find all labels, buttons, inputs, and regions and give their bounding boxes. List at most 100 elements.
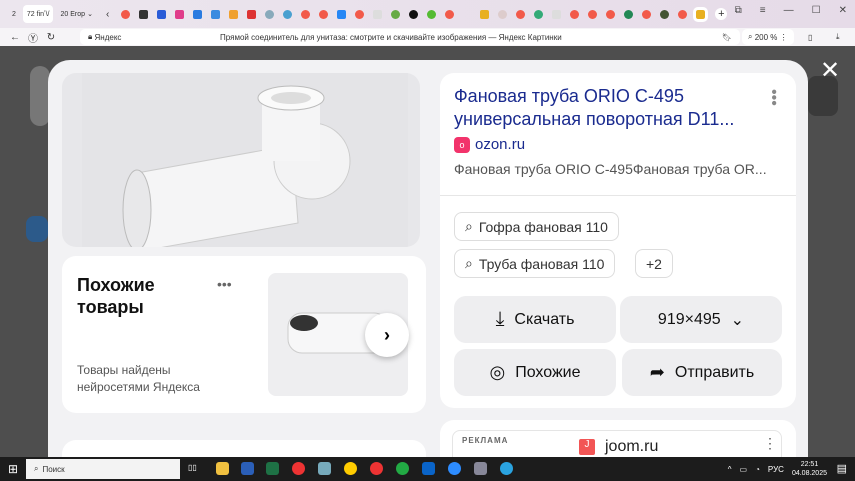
close-window-button[interactable]: ✕ <box>839 5 847 16</box>
tab-favicon[interactable] <box>139 9 149 19</box>
bookmark-icon[interactable]: 🔖︎ <box>722 33 732 42</box>
word-icon[interactable] <box>241 462 254 475</box>
tab-favicon[interactable] <box>606 9 616 19</box>
tab-favicon-active[interactable] <box>693 6 709 22</box>
tab-favicon[interactable] <box>570 9 580 19</box>
clock[interactable]: 22:51 04.08.2025 <box>792 460 827 478</box>
ad-block: РЕКЛАМА J joom.ru ⋮ <box>440 420 796 457</box>
tab-favicon[interactable] <box>229 9 239 19</box>
windows-start-icon[interactable]: ⊞ <box>8 462 18 476</box>
tab-favicon[interactable] <box>427 9 437 19</box>
yandex-browser-icon[interactable] <box>292 462 305 475</box>
tab-favicon[interactable] <box>534 9 544 19</box>
tab-favicon[interactable] <box>678 9 688 19</box>
yandex-icon[interactable] <box>370 462 383 475</box>
ad-card[interactable]: РЕКЛАМА J joom.ru ⋮ <box>452 430 782 457</box>
notifications-icon[interactable]: ▤ <box>837 462 847 475</box>
ad-site[interactable]: joom.ru <box>605 438 658 456</box>
tab-favicon[interactable] <box>624 9 634 19</box>
zoom-indicator[interactable]: ⌕ 200 % ⋮ <box>742 29 794 45</box>
app-icon[interactable] <box>318 462 331 475</box>
language-indicator[interactable]: РУС <box>768 465 784 474</box>
maximize-button[interactable]: ☐ <box>812 5 821 16</box>
address-input[interactable]: 🔒︎ Яндекс Прямой соединитель для унитаза… <box>80 29 740 45</box>
reader-icon[interactable]: ▯ <box>808 33 812 42</box>
time: 22:51 <box>800 461 819 468</box>
calculator-icon[interactable] <box>474 462 487 475</box>
tab-favicon[interactable] <box>301 9 311 19</box>
tab-favicon[interactable] <box>265 9 275 19</box>
product-title-link[interactable]: Фановая труба ORIO C-495 универсальная п… <box>454 85 764 131</box>
chevron-down-icon: ⌄ <box>730 311 745 329</box>
download-button[interactable]: ⤓ Скачать <box>454 296 616 343</box>
download-icon: ⤓ <box>495 308 505 330</box>
task-view-icon[interactable]: ▯▯ <box>188 463 197 472</box>
tab-favicon[interactable] <box>373 9 383 19</box>
more-options-icon[interactable]: ⋮ <box>763 435 777 452</box>
more-tags-chip[interactable]: +2 <box>635 249 673 278</box>
network-icon[interactable]: ▭ <box>740 465 748 474</box>
minimize-button[interactable]: — <box>784 5 794 16</box>
tab-favicon[interactable] <box>391 9 401 19</box>
lock-icon: 🔒︎ <box>88 32 93 41</box>
back-icon[interactable]: ← <box>6 32 24 43</box>
next-arrow-button[interactable]: › <box>365 313 409 357</box>
download-icon[interactable]: ⤓ <box>836 32 840 42</box>
joom-icon: J <box>579 439 595 455</box>
tab-favicon[interactable] <box>175 9 185 19</box>
tab-favicon[interactable] <box>157 9 167 19</box>
more-options-icon[interactable]: ••• <box>764 89 782 106</box>
tab-group-1[interactable]: 2 <box>8 5 20 23</box>
beeline-icon[interactable] <box>344 462 357 475</box>
ozon-icon: o <box>454 136 470 153</box>
tab-favicon[interactable] <box>660 9 670 19</box>
zoom-app-icon[interactable] <box>448 462 461 475</box>
tag-chip[interactable]: ⌕ Труба фановая 110 <box>454 249 616 278</box>
whatsapp-icon[interactable] <box>396 462 409 475</box>
share-label: Отправить <box>674 363 755 381</box>
tab-group-3[interactable]: 20 Егор ⌄ <box>56 5 96 23</box>
tab-favicon[interactable] <box>319 9 329 19</box>
tab-label: 20 Егор <box>60 10 86 18</box>
menu-icon[interactable]: ≡ <box>760 5 766 16</box>
new-tab-button[interactable]: + <box>715 8 728 20</box>
reload-icon[interactable]: ↻ <box>42 32 60 43</box>
ad-label: РЕКЛАМА <box>462 436 509 445</box>
scroll-left-icon[interactable]: ‹ <box>106 9 109 20</box>
yandex-icon[interactable]: Ⓨ <box>24 30 42 45</box>
tab-favicon[interactable] <box>193 9 203 19</box>
tab-favicon[interactable] <box>409 9 419 19</box>
excel-icon[interactable] <box>266 462 279 475</box>
tab-favicon[interactable] <box>588 9 598 19</box>
taskbar-search-input[interactable]: ⌕ Поиск <box>26 459 180 479</box>
tray-chevron-icon[interactable]: ^ <box>728 465 732 474</box>
outlook-icon[interactable] <box>422 462 435 475</box>
tag-chip[interactable]: ⌕ Гофра фановая 110 <box>454 212 619 241</box>
tab-favicon[interactable] <box>355 9 365 19</box>
volume-icon[interactable]: ◔ <box>755 465 760 474</box>
tab-manager-icon[interactable]: ⧉ <box>735 5 742 16</box>
size-dropdown[interactable]: 919×495 ⌄ <box>620 296 782 343</box>
tab-favicon[interactable] <box>480 9 490 19</box>
tab-favicon[interactable] <box>283 9 293 19</box>
source-link[interactable]: o ozon.ru <box>454 136 525 153</box>
tab-favicon[interactable] <box>516 9 526 19</box>
tab-favicon[interactable] <box>247 9 257 19</box>
tab-favicon[interactable] <box>552 9 562 19</box>
telegram-icon[interactable] <box>500 462 513 475</box>
similar-images-button[interactable]: ◎ Похожие <box>454 349 616 396</box>
page-title: Прямой соединитель для унитаза: смотрите… <box>220 32 562 42</box>
close-modal-button[interactable]: ✕ <box>818 56 842 85</box>
file-explorer-icon[interactable] <box>216 462 229 475</box>
tab-favicon[interactable] <box>121 9 131 19</box>
image-info-panel: Фановая труба ORIO C-495 универсальная п… <box>440 73 796 408</box>
tab-group-2[interactable]: 72 ﬁnʼ\/ <box>22 5 54 23</box>
more-options-icon[interactable]: ••• <box>217 276 232 292</box>
tab-favicon[interactable] <box>642 9 652 19</box>
share-button[interactable]: ➦ Отправить <box>622 349 782 396</box>
tab-favicon[interactable] <box>211 9 221 19</box>
tab-favicon[interactable] <box>337 9 347 19</box>
tab-favicon[interactable] <box>445 9 455 19</box>
main-image[interactable] <box>62 73 420 247</box>
tab-favicon[interactable] <box>498 9 508 19</box>
